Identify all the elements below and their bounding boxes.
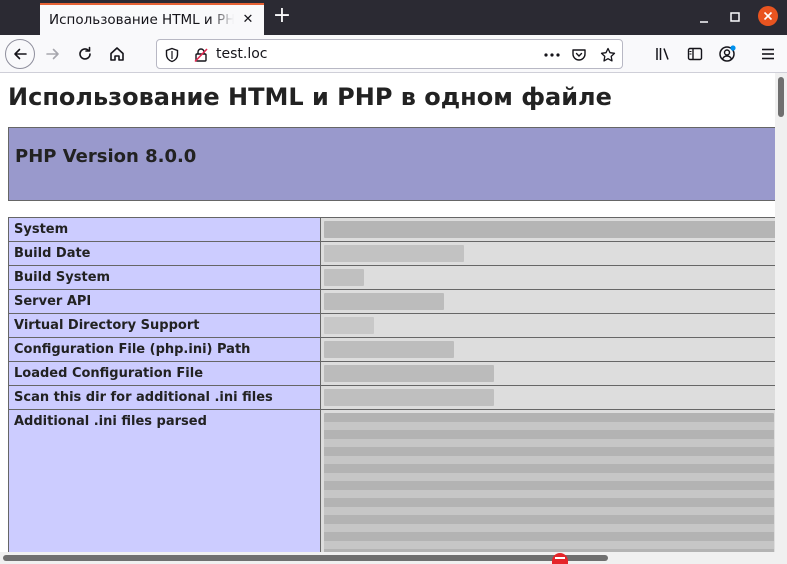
back-button[interactable] [5, 39, 35, 69]
insecure-lock-icon[interactable] [191, 45, 211, 65]
pixelated-redaction [324, 365, 494, 382]
mouse-cursor-icon [552, 553, 568, 564]
table-row: Scan this dir for additional .ini files [8, 385, 775, 410]
row-label: Virtual Directory Support [8, 313, 321, 338]
redacted-value [320, 289, 775, 314]
close-icon [763, 11, 773, 21]
horizontal-scrollbar[interactable] [0, 552, 787, 564]
pixelated-redaction [324, 317, 374, 334]
minimize-window-button[interactable] [693, 6, 715, 28]
address-bar[interactable]: test.loc [156, 39, 623, 69]
hamburger-menu-icon [762, 48, 774, 60]
row-label: Server API [8, 289, 321, 314]
pixelated-redaction [324, 269, 364, 286]
row-label: Build System [8, 265, 321, 290]
row-label: Scan this dir for additional .ini files [8, 385, 321, 410]
page-heading: Использование HTML и PHP в одном файле [8, 83, 612, 111]
reload-button[interactable] [70, 39, 100, 69]
php-version-title: PHP Version 8.0.0 [15, 146, 197, 167]
row-label: Build Date [8, 241, 321, 266]
redacted-value [320, 409, 775, 552]
row-label: Loaded Configuration File [8, 361, 321, 386]
pixelated-redaction [324, 221, 775, 238]
bookmark-star-icon[interactable] [598, 45, 618, 65]
redacted-value [320, 313, 775, 338]
vertical-scrollbar[interactable] [775, 73, 787, 552]
tab-title: Использование HTML и PHP в одном файле [49, 12, 234, 28]
table-row: Build System [8, 265, 775, 290]
row-label: System [8, 217, 321, 242]
vertical-scroll-thumb[interactable] [778, 77, 784, 117]
table-row: Server API [8, 289, 775, 314]
table-row: Build Date [8, 241, 775, 266]
web-page-content: Использование HTML и PHP в одном файле P… [0, 73, 775, 552]
sidebar-icon [687, 47, 703, 61]
table-row: Additional .ini files parsed [8, 409, 775, 552]
pocket-icon[interactable] [569, 45, 589, 65]
maximize-window-button[interactable] [724, 6, 746, 28]
pixelated-redaction [324, 389, 494, 406]
horizontal-scroll-thumb[interactable] [3, 555, 608, 561]
reload-icon [79, 46, 91, 60]
redacted-value [320, 337, 775, 362]
forward-button[interactable] [38, 39, 68, 69]
library-button[interactable] [648, 39, 678, 69]
php-version-header: PHP Version 8.0.0 [8, 127, 775, 201]
redacted-value [320, 217, 775, 242]
more-actions-icon[interactable] [542, 45, 562, 65]
redacted-value [320, 241, 775, 266]
tracking-shield-icon[interactable] [162, 45, 182, 65]
forward-arrow-icon [46, 48, 59, 60]
redacted-value [320, 385, 775, 410]
table-row: Loaded Configuration File [8, 361, 775, 386]
back-arrow-icon [14, 48, 27, 60]
account-button[interactable] [712, 39, 742, 69]
pixelated-redaction [324, 245, 464, 262]
home-button[interactable] [102, 39, 132, 69]
pixelated-redaction [324, 293, 444, 310]
library-icon [656, 48, 669, 60]
active-tab[interactable]: Использование HTML и PHP в одном файле ✕ [40, 3, 264, 35]
new-tab-button[interactable]: + [270, 5, 294, 29]
tab-bar: Использование HTML и PHP в одном файле ✕… [0, 0, 787, 35]
table-row: System [8, 217, 775, 242]
account-icon [719, 45, 736, 62]
row-label: Additional .ini files parsed [8, 409, 321, 552]
close-window-button[interactable] [758, 6, 778, 26]
sidebar-button[interactable] [680, 39, 710, 69]
table-row: Configuration File (php.ini) Path [8, 337, 775, 362]
phpinfo-table: System Build Date Build System Server AP… [8, 217, 775, 552]
pixelated-redaction [324, 341, 454, 358]
pixelated-redaction [324, 413, 774, 552]
home-icon [110, 47, 124, 61]
app-menu-button[interactable] [753, 39, 783, 69]
table-row: Virtual Directory Support [8, 313, 775, 338]
row-label: Configuration File (php.ini) Path [8, 337, 321, 362]
navigation-toolbar: test.loc [0, 35, 787, 73]
redacted-value [320, 361, 775, 386]
url-text[interactable]: test.loc [216, 46, 268, 62]
tab-close-icon[interactable]: ✕ [239, 11, 257, 29]
redacted-value [320, 265, 775, 290]
